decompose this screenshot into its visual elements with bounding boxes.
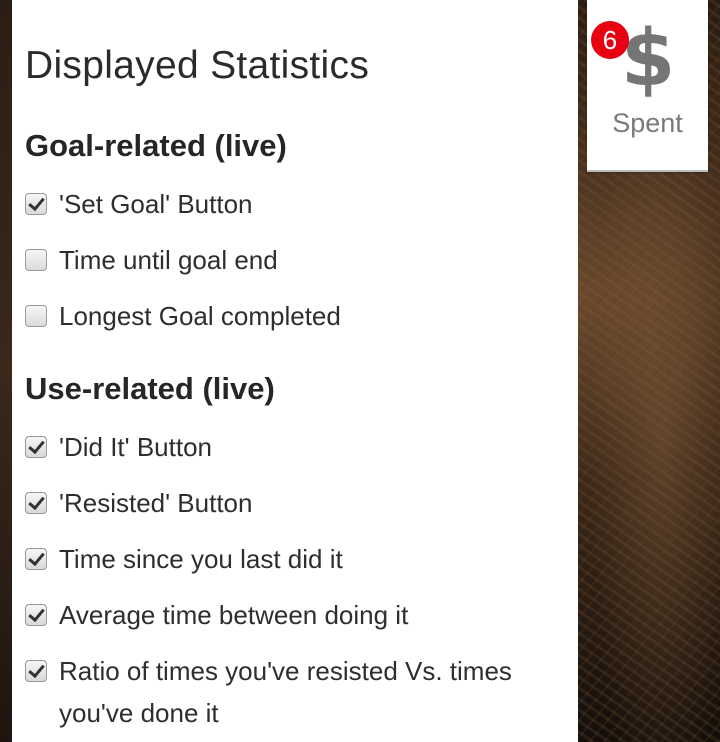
dollar-icon: $: [621, 14, 676, 104]
section-heading-goal-related: Goal-related (live): [25, 128, 287, 163]
spent-widget-button[interactable]: $ 6 Spent: [587, 0, 708, 172]
screen: Displayed Statistics Goal-related (live)…: [0, 0, 720, 742]
option-label: 'Resisted' Button: [59, 488, 253, 518]
section-heading-use-related: Use-related (live): [25, 371, 275, 406]
option-label: Ratio of times you've resisted Vs. times…: [59, 656, 512, 728]
checkbox-time-since-last[interactable]: [25, 548, 47, 570]
checkbox-ratio-resisted-vs-done[interactable]: [25, 660, 47, 682]
option-label: Longest Goal completed: [59, 301, 341, 331]
option-did-it-button[interactable]: 'Did It' Button: [25, 430, 559, 468]
option-ratio-resisted-vs-done[interactable]: Ratio of times you've resisted Vs. times…: [25, 654, 559, 734]
option-set-goal-button[interactable]: 'Set Goal' Button: [25, 187, 559, 225]
option-label: Time until goal end: [59, 245, 278, 275]
option-label: Average time between doing it: [59, 600, 409, 630]
option-longest-goal-completed[interactable]: Longest Goal completed: [25, 299, 559, 337]
option-label: 'Did It' Button: [59, 432, 213, 462]
option-average-time-between[interactable]: Average time between doing it: [25, 598, 559, 636]
checkbox-average-time-between[interactable]: [25, 604, 47, 626]
option-time-until-goal-end[interactable]: Time until goal end: [25, 243, 559, 281]
checkbox-set-goal-button[interactable]: [25, 193, 47, 215]
page-title: Displayed Statistics: [25, 44, 370, 87]
displayed-statistics-panel: Displayed Statistics Goal-related (live)…: [12, 0, 578, 742]
option-label: Time since you last did it: [59, 544, 343, 574]
spent-label: Spent: [612, 108, 683, 138]
checkbox-time-until-goal-end[interactable]: [25, 249, 47, 271]
checkbox-did-it-button[interactable]: [25, 436, 47, 458]
notification-badge: 6: [591, 21, 629, 59]
option-time-since-last[interactable]: Time since you last did it: [25, 542, 559, 580]
option-resisted-button[interactable]: 'Resisted' Button: [25, 486, 559, 524]
option-label: 'Set Goal' Button: [59, 189, 253, 219]
background-strip-left: [0, 0, 12, 742]
checkbox-resisted-button[interactable]: [25, 492, 47, 514]
checkbox-longest-goal-completed[interactable]: [25, 305, 47, 327]
